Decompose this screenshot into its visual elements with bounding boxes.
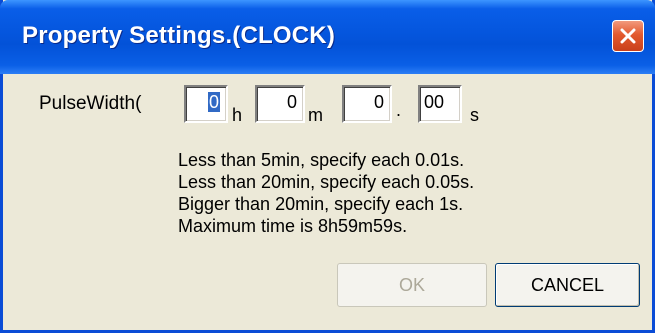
minutes-input[interactable]: 0 xyxy=(255,85,305,123)
minutes-unit: m xyxy=(308,105,323,125)
close-icon xyxy=(620,28,636,44)
info-line: Less than 5min, specify each 0.01s. xyxy=(178,150,465,170)
minutes-value: 0 xyxy=(286,92,297,112)
cancel-button[interactable]: CANCEL xyxy=(495,263,640,307)
seconds-value: 0 xyxy=(373,92,384,112)
hundredths-value: 00 xyxy=(424,92,445,112)
title-bar: Property Settings.(CLOCK) xyxy=(0,0,655,74)
window-title: Property Settings.(CLOCK) xyxy=(22,22,336,49)
decimal-separator: . xyxy=(396,100,402,120)
info-line: Maximum time is 8h59m59s. xyxy=(178,216,408,236)
dialog-window: Property Settings.(CLOCK) PulseWidth( 0 … xyxy=(0,0,655,333)
seconds-unit: s xyxy=(470,105,479,125)
hours-input[interactable]: 0 xyxy=(184,85,228,123)
info-line: Bigger than 20min, specify each 1s. xyxy=(178,194,464,214)
hours-unit: h xyxy=(232,105,243,125)
hundredths-input[interactable]: 00 xyxy=(418,85,462,123)
ok-button[interactable]: OK xyxy=(337,263,487,307)
hours-value: 0 xyxy=(207,92,220,112)
info-line: Less than 20min, specify each 0.05s. xyxy=(178,172,475,192)
close-button[interactable] xyxy=(612,20,644,52)
seconds-input[interactable]: 0 xyxy=(342,85,392,123)
pulse-width-label: PulseWidth( xyxy=(39,93,142,114)
